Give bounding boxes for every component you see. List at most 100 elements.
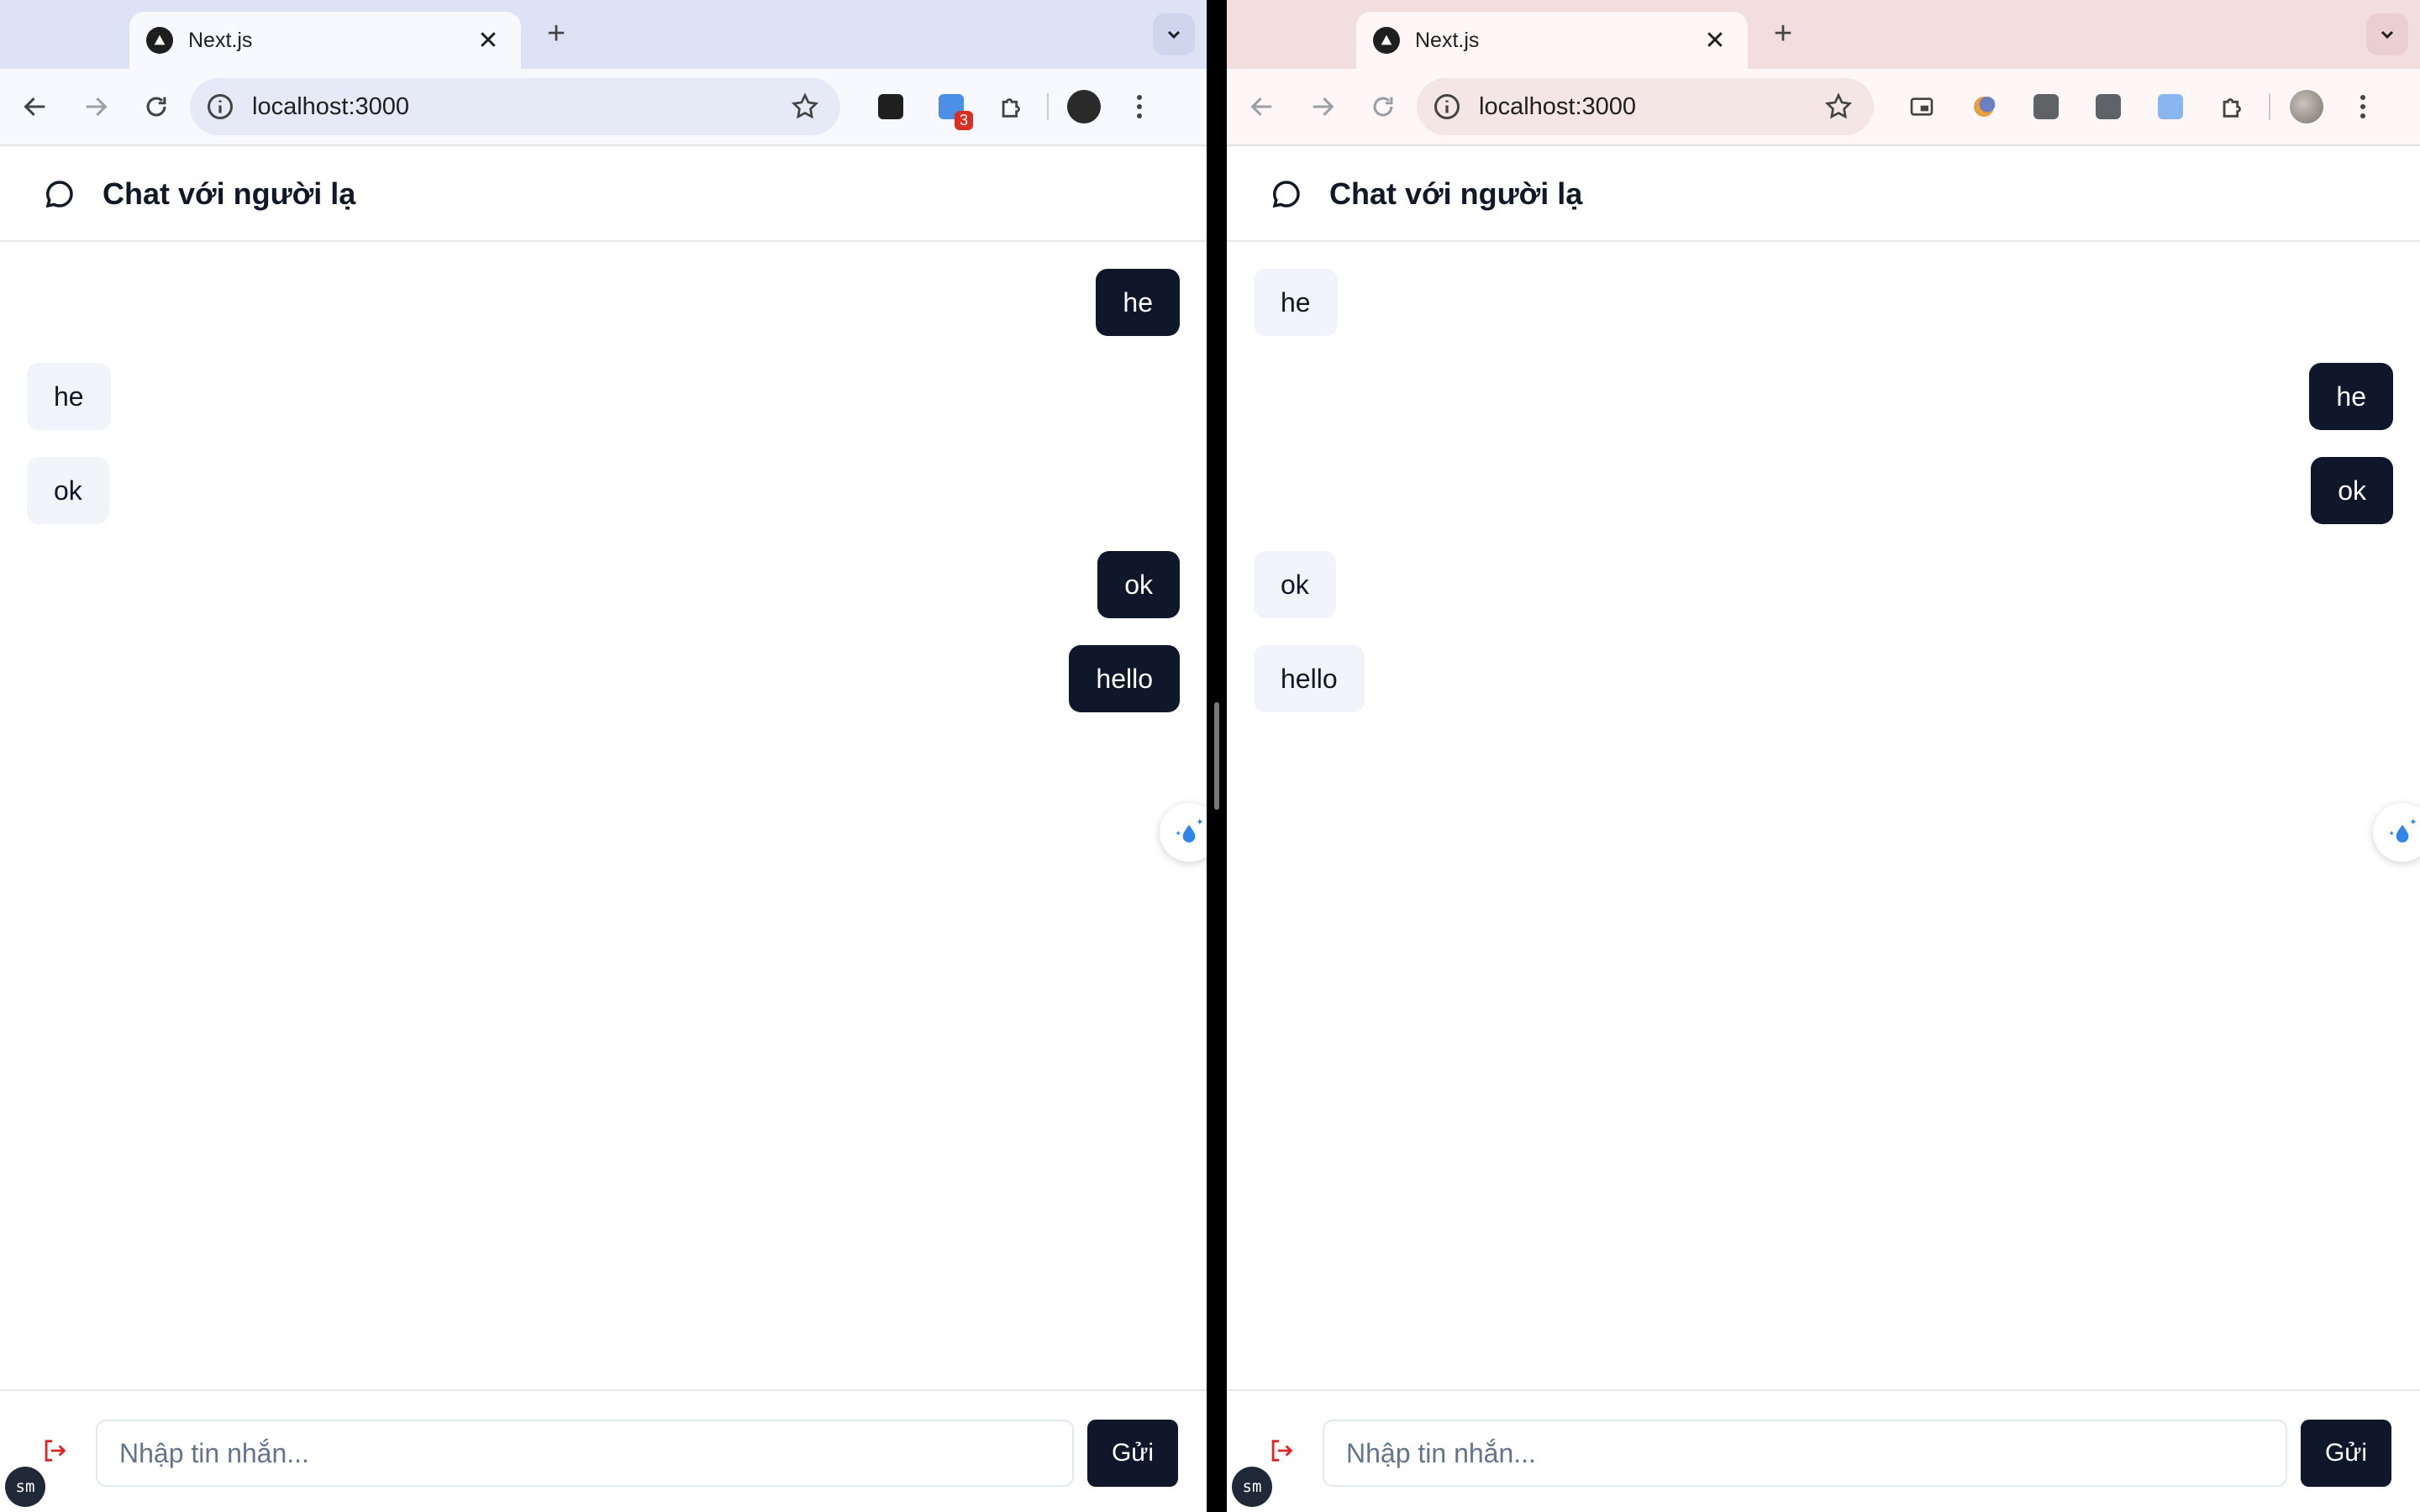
back-button[interactable] xyxy=(1237,81,1287,132)
drop-ext-icon[interactable] xyxy=(2154,90,2187,123)
message-bubble: he xyxy=(1096,269,1180,336)
browser-toolbar: localhost:3000 xyxy=(1227,69,2420,146)
message-composer: Nhập tin nhắn... Gửi sm xyxy=(1227,1389,2420,1512)
address-url[interactable]: localhost:3000 xyxy=(252,93,790,121)
pip-icon[interactable] xyxy=(1905,90,1939,123)
message-bubble: hello xyxy=(1254,645,1365,712)
forward-button[interactable] xyxy=(1297,81,1348,132)
logout-icon[interactable] xyxy=(1267,1436,1296,1465)
cat-avatar-icon[interactable] xyxy=(1067,90,1101,123)
address-bar[interactable]: localhost:3000 xyxy=(190,78,840,135)
arrow-right-icon xyxy=(86,97,108,117)
ext-gray-icon[interactable] xyxy=(2029,90,2063,123)
arrow-right-icon xyxy=(1313,97,1334,117)
message-input[interactable]: Nhập tin nhắn... xyxy=(1323,1420,2287,1487)
avatar[interactable]: sm xyxy=(1232,1467,1272,1507)
nextjs-icon xyxy=(146,27,173,54)
message-composer: Nhập tin nhắn... Gửi sm xyxy=(0,1389,1207,1512)
message-list: he he ok ok hello xyxy=(1227,244,2420,1386)
message-row: he xyxy=(1254,363,2393,430)
page-title: Chat với người lạ xyxy=(1329,176,1583,211)
send-button[interactable]: Gửi xyxy=(2301,1420,2391,1487)
message-row: he xyxy=(27,363,1180,430)
address-url[interactable]: localhost:3000 xyxy=(1479,93,1823,121)
message-row: ok xyxy=(27,551,1180,618)
toolbar-separator xyxy=(2269,93,2270,120)
message-bubble: he xyxy=(2309,363,2393,430)
page-title: Chat với người lạ xyxy=(103,176,356,211)
message-row: he xyxy=(1254,269,2393,336)
send-button[interactable]: Gửi xyxy=(1087,1420,1178,1487)
tab-title: Next.js xyxy=(1415,28,1480,52)
address-bar[interactable]: localhost:3000 xyxy=(1417,78,1874,135)
new-tab-button[interactable]: + xyxy=(1765,15,1802,52)
tab-nextjs[interactable]: Next.js ✕ xyxy=(1356,12,1748,69)
moon-ext-icon[interactable] xyxy=(1967,90,2001,123)
message-bubble: hello xyxy=(1069,645,1180,712)
info-icon[interactable] xyxy=(1432,92,1462,122)
chat-header: Chat với người lạ xyxy=(0,148,1207,242)
tab-strip: Next.js ✕ + xyxy=(1227,0,2420,69)
puzzle-icon[interactable] xyxy=(2216,90,2249,123)
chat-header: Chat với người lạ xyxy=(1227,148,2420,242)
window-divider[interactable] xyxy=(1207,0,1227,1512)
star-icon[interactable] xyxy=(790,92,820,122)
reload-icon xyxy=(1373,97,1393,117)
more-menu-icon[interactable] xyxy=(2346,90,2380,123)
puzzle-icon[interactable] xyxy=(995,90,1028,123)
chevron-down-icon xyxy=(2381,30,2394,39)
reload-button[interactable] xyxy=(1358,81,1408,132)
info-icon[interactable] xyxy=(205,92,235,122)
message-bubble: ok xyxy=(1254,551,1336,618)
avatar[interactable]: sm xyxy=(5,1467,45,1507)
more-menu-icon[interactable] xyxy=(1123,90,1156,123)
extension-badge-icon[interactable]: 3 xyxy=(934,90,973,130)
reload-icon xyxy=(146,97,166,117)
logout-icon[interactable] xyxy=(40,1436,69,1465)
message-row: ok xyxy=(1254,457,2393,524)
message-row: hello xyxy=(1254,645,2393,712)
close-icon[interactable]: ✕ xyxy=(1701,26,1729,55)
message-row: he xyxy=(27,269,1180,336)
arrow-left-icon xyxy=(24,97,45,117)
tab-search-button[interactable] xyxy=(2366,13,2408,55)
forward-button[interactable] xyxy=(71,81,121,132)
star-icon[interactable] xyxy=(1823,92,1854,122)
back-button[interactable] xyxy=(10,81,60,132)
browser-toolbar: localhost:3000 3 xyxy=(0,69,1207,146)
left-browser-window: Next.js ✕ + localhost:3000 3 Chat với ng… xyxy=(0,0,1207,1512)
message-circle-icon xyxy=(1272,181,1300,208)
message-row: ok xyxy=(1254,551,2393,618)
tab-search-button[interactable] xyxy=(1153,13,1195,55)
close-icon[interactable]: ✕ xyxy=(474,26,502,55)
message-row: hello xyxy=(27,645,1180,712)
message-bubble: ok xyxy=(2311,457,2393,524)
nextjs-ext-icon[interactable] xyxy=(874,90,908,123)
ext-gray-icon[interactable] xyxy=(2091,90,2125,123)
extensions-area: 3 xyxy=(860,90,1156,130)
chevron-down-icon xyxy=(1167,30,1181,39)
extensions-area xyxy=(1891,90,2380,123)
message-bubble: ok xyxy=(1097,551,1180,618)
nextjs-icon xyxy=(1373,27,1400,54)
message-bubble: he xyxy=(27,363,111,430)
sparkle-drop-icon xyxy=(1176,818,1203,843)
message-row: ok xyxy=(27,457,1180,524)
message-list: he he ok ok hello xyxy=(0,244,1207,1386)
message-bubble: ok xyxy=(27,457,109,524)
tab-strip: Next.js ✕ + xyxy=(0,0,1207,69)
extension-badge-count: 3 xyxy=(954,111,973,130)
resize-handle[interactable] xyxy=(1214,702,1219,810)
message-circle-icon xyxy=(45,181,73,208)
new-tab-button[interactable]: + xyxy=(538,15,575,52)
tab-title: Next.js xyxy=(188,28,253,52)
message-bubble: he xyxy=(1254,269,1338,336)
profile-avatar-icon[interactable] xyxy=(2290,90,2323,123)
reload-button[interactable] xyxy=(131,81,182,132)
sparkle-drop-icon xyxy=(2389,818,2417,843)
right-browser-window: Next.js ✕ + localhost:3000 Chat với ngườ… xyxy=(1227,0,2420,1512)
arrow-left-icon xyxy=(1250,97,1272,117)
tab-nextjs[interactable]: Next.js ✕ xyxy=(129,12,521,69)
toolbar-separator xyxy=(1047,93,1049,120)
message-input[interactable]: Nhập tin nhắn... xyxy=(96,1420,1074,1487)
